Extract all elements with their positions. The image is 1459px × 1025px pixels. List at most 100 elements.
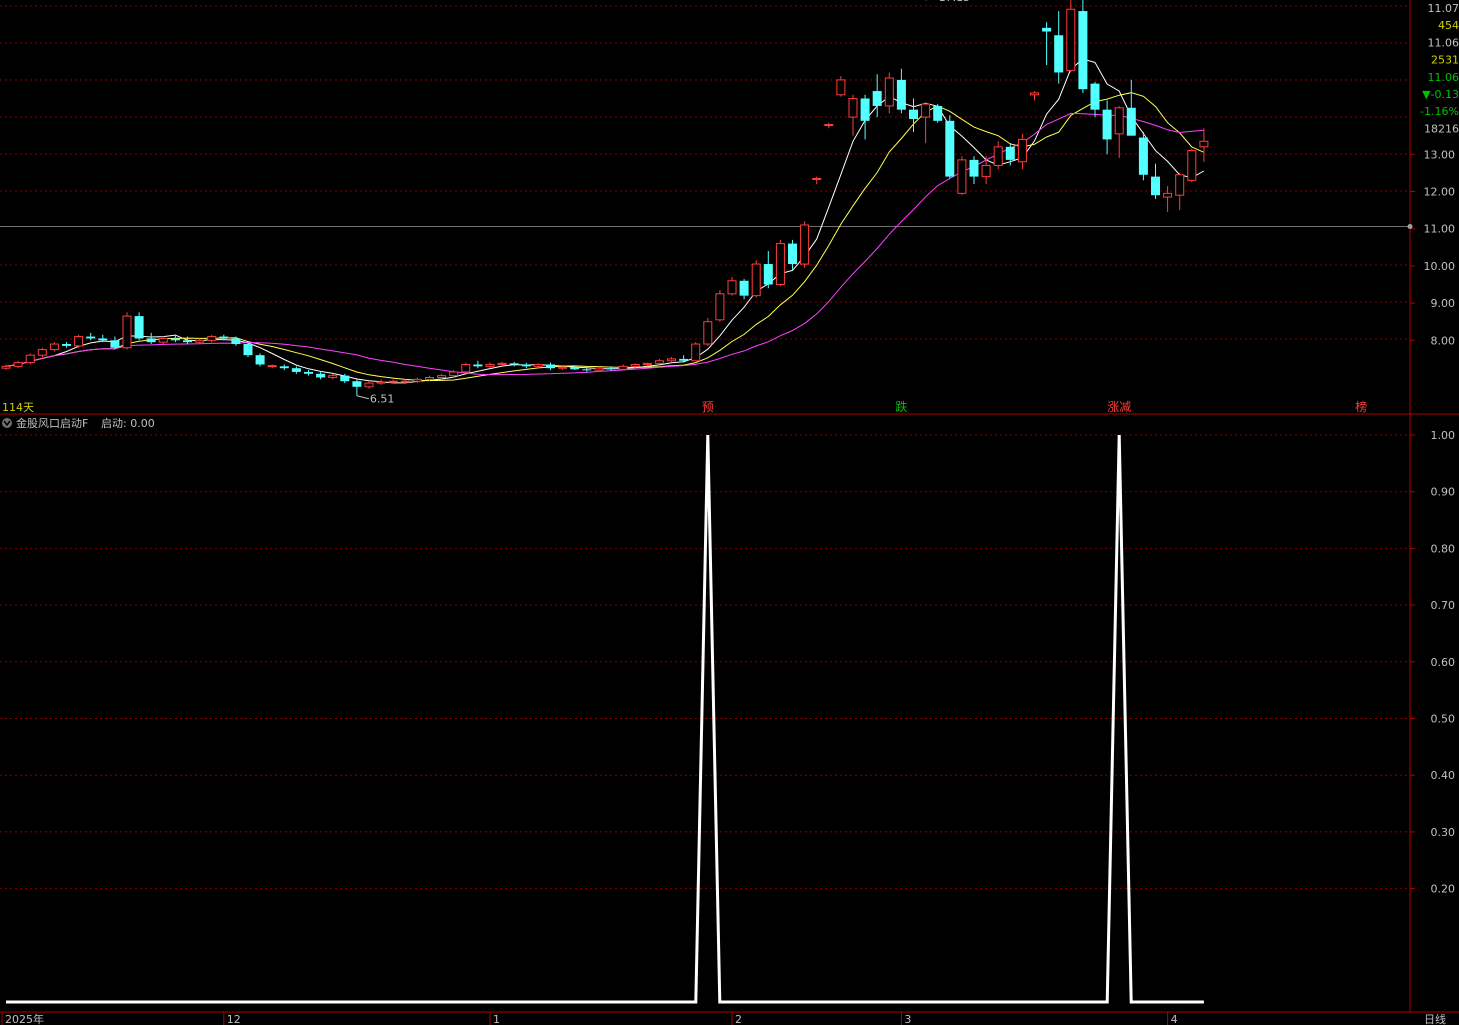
candle[interactable] xyxy=(122,312,132,350)
candle-body xyxy=(872,91,882,106)
candle-body xyxy=(485,363,495,367)
candle[interactable] xyxy=(872,74,882,118)
candle[interactable] xyxy=(291,366,301,374)
collapse-icon[interactable] xyxy=(2,418,12,428)
candle[interactable] xyxy=(727,277,737,296)
candle[interactable] xyxy=(848,94,858,136)
y-tick-label: 11.00 xyxy=(1424,223,1456,236)
y-tick-label: 0.60 xyxy=(1431,656,1456,669)
candle[interactable] xyxy=(267,364,277,369)
candle[interactable] xyxy=(957,156,967,196)
candle[interactable] xyxy=(255,353,265,367)
x-tick-label: 12 xyxy=(227,1013,241,1025)
candle[interactable] xyxy=(86,332,96,341)
candle[interactable] xyxy=(1017,133,1027,170)
candle[interactable] xyxy=(558,366,568,371)
candle[interactable] xyxy=(364,381,374,389)
candle-body xyxy=(594,367,604,371)
candle[interactable] xyxy=(1199,128,1209,162)
candle-body xyxy=(340,375,350,382)
candle[interactable] xyxy=(921,102,931,144)
quote-line: 2531 xyxy=(1431,54,1459,67)
candle[interactable] xyxy=(981,156,991,185)
candle[interactable] xyxy=(25,353,35,365)
candle[interactable] xyxy=(1187,148,1197,183)
candle[interactable] xyxy=(134,312,144,341)
candle[interactable] xyxy=(739,278,749,300)
candle[interactable] xyxy=(328,373,338,380)
y-tick-label: 0.40 xyxy=(1431,769,1456,782)
candle[interactable] xyxy=(74,334,84,348)
candle[interactable] xyxy=(521,362,531,369)
candle[interactable] xyxy=(1066,0,1076,73)
candle-body xyxy=(679,358,689,361)
quote-panel: 11.07 454 11.06 2531 11.06 ▼-0.13 -1.16% 18216 xyxy=(1420,2,1459,135)
candle-body xyxy=(449,371,459,377)
candle[interactable] xyxy=(1102,100,1112,155)
candle[interactable] xyxy=(751,260,761,298)
period-label[interactable]: 日线 xyxy=(1424,1012,1446,1025)
candle[interactable] xyxy=(376,379,386,385)
candle[interactable] xyxy=(352,379,362,396)
candle-body xyxy=(570,367,580,370)
candle[interactable] xyxy=(13,360,23,369)
signal-label: 预 xyxy=(702,400,714,414)
candle-body xyxy=(812,177,822,180)
candle[interactable] xyxy=(304,370,313,376)
candle[interactable] xyxy=(546,362,555,371)
candle[interactable] xyxy=(860,94,870,140)
candle[interactable] xyxy=(618,364,628,371)
candle[interactable] xyxy=(691,342,701,362)
candle[interactable] xyxy=(158,336,168,345)
candle[interactable] xyxy=(654,358,664,365)
price-annotations: 17.15 6.51 xyxy=(356,0,970,406)
candle[interactable] xyxy=(1175,172,1185,211)
candlestick-series[interactable] xyxy=(1,0,1209,396)
candle[interactable] xyxy=(1054,11,1064,84)
candle[interactable] xyxy=(316,371,326,380)
candle[interactable] xyxy=(1114,105,1124,159)
candle[interactable] xyxy=(715,290,725,322)
candle[interactable] xyxy=(933,104,943,123)
candle[interactable] xyxy=(836,76,846,97)
candle[interactable] xyxy=(461,362,471,374)
candle-body xyxy=(800,224,810,265)
candle[interactable] xyxy=(1042,22,1052,66)
candle[interactable] xyxy=(993,141,1003,170)
candle[interactable] xyxy=(945,115,955,179)
candle-body xyxy=(388,380,398,383)
candle[interactable] xyxy=(279,364,289,371)
candle[interactable] xyxy=(485,362,495,369)
candle[interactable] xyxy=(509,361,519,367)
candle[interactable] xyxy=(207,334,217,343)
candle[interactable] xyxy=(969,156,979,185)
candle-body xyxy=(909,109,918,119)
indicator-title[interactable]: 金股风口启动F xyxy=(16,416,88,430)
candle[interactable] xyxy=(896,68,906,114)
candle[interactable] xyxy=(1078,0,1088,93)
candle[interactable] xyxy=(146,332,156,345)
candle[interactable] xyxy=(37,347,47,358)
candle[interactable] xyxy=(703,317,713,346)
candle[interactable] xyxy=(763,251,773,289)
candle[interactable] xyxy=(473,360,483,369)
candle[interactable] xyxy=(812,176,822,185)
candle-body xyxy=(400,380,410,383)
candle[interactable] xyxy=(1138,131,1148,181)
candle[interactable] xyxy=(243,342,253,358)
candle[interactable] xyxy=(1163,185,1173,212)
candle[interactable] xyxy=(388,379,398,384)
candle[interactable] xyxy=(1090,81,1100,118)
candle[interactable] xyxy=(909,98,918,132)
candle[interactable] xyxy=(775,239,785,287)
candle[interactable] xyxy=(884,72,894,114)
candle[interactable] xyxy=(824,122,834,129)
candle[interactable] xyxy=(62,342,71,348)
candle[interactable] xyxy=(1126,79,1136,136)
candle[interactable] xyxy=(49,342,59,352)
candle[interactable] xyxy=(1030,91,1039,101)
candle[interactable] xyxy=(667,357,676,363)
candle[interactable] xyxy=(1,364,11,371)
candle[interactable] xyxy=(800,221,810,268)
candle[interactable] xyxy=(1151,163,1160,199)
